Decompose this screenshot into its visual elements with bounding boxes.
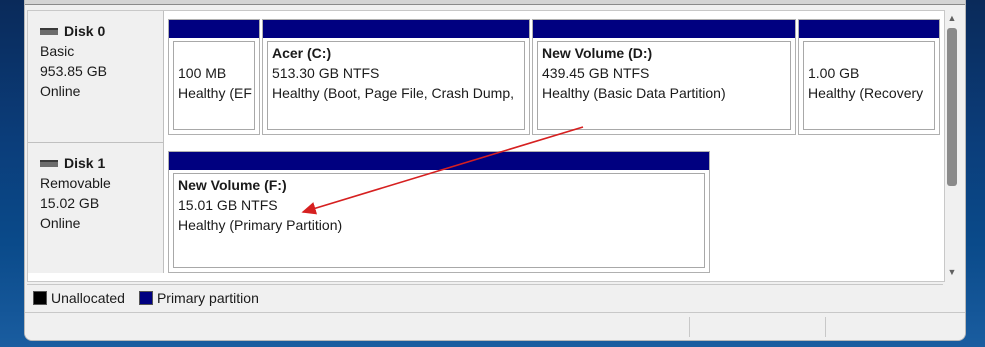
legend-primary-label: Primary partition <box>156 289 259 306</box>
partition-size: 15.01 GB NTFS <box>178 197 278 213</box>
graphical-view-pane: Disk 0 Basic 953.85 GB Online 100 MB Hea… <box>27 10 945 282</box>
unallocated-swatch <box>33 290 47 305</box>
partition-c[interactable]: Acer (C:) 513.30 GB NTFS Healthy (Boot, … <box>262 19 530 135</box>
partition-details: New Volume (D:) 439.45 GB NTFS Healthy (… <box>537 41 791 130</box>
legend: Unallocated Primary partition <box>27 284 943 310</box>
partition-d[interactable]: New Volume (D:) 439.45 GB NTFS Healthy (… <box>532 19 796 135</box>
partition-title <box>808 43 934 63</box>
legend-unallocated-label: Unallocated <box>51 289 125 306</box>
partition-title: New Volume (D:) <box>542 45 653 61</box>
disk-name-row: Disk 0 <box>40 21 163 41</box>
partition-health: Healthy (Boot, Page File, Crash Dump, <box>272 85 514 101</box>
disk-info-1[interactable]: Disk 1 Removable 15.02 GB Online <box>28 143 164 273</box>
primary-partition-bar <box>263 20 529 38</box>
status-bar-divider <box>689 317 690 337</box>
partition-health: Healthy (EF <box>178 85 252 101</box>
partition-health: Healthy (Recovery <box>808 85 924 101</box>
status-bar <box>25 312 965 340</box>
disk-management-window: Disk 0 Basic 953.85 GB Online 100 MB Hea… <box>24 0 966 341</box>
partition-details: 1.00 GB Healthy (Recovery <box>803 41 935 130</box>
disk-size: 953.85 GB <box>40 63 107 79</box>
partition-efi[interactable]: 100 MB Healthy (EF <box>168 19 260 135</box>
partition-recovery[interactable]: 1.00 GB Healthy (Recovery <box>798 19 940 135</box>
disk-status: Online <box>40 215 81 231</box>
disk-name: Disk 1 <box>64 155 106 171</box>
status-bar-divider <box>825 317 826 337</box>
partition-details: 100 MB Healthy (EF <box>173 41 255 130</box>
partition-title <box>178 43 254 63</box>
disk-status: Online <box>40 83 81 99</box>
disk-info-0[interactable]: Disk 0 Basic 953.85 GB Online <box>28 11 164 143</box>
primary-partition-bar <box>533 20 795 38</box>
partition-health: Healthy (Primary Partition) <box>178 217 343 233</box>
disk-type: Removable <box>40 175 111 191</box>
primary-partition-bar <box>169 20 259 38</box>
scroll-up-arrow-icon[interactable]: ▲ <box>947 12 957 24</box>
disk-name-row: Disk 1 <box>40 153 163 173</box>
primary-partition-bar <box>799 20 939 38</box>
partition-health: Healthy (Basic Data Partition) <box>542 85 726 101</box>
disk-row-1: Disk 1 Removable 15.02 GB Online New Vol… <box>28 143 944 273</box>
disk-drive-icon <box>40 159 58 167</box>
disk-row-0: Disk 0 Basic 953.85 GB Online 100 MB Hea… <box>28 11 944 143</box>
partition-title: New Volume (F:) <box>178 177 287 193</box>
partition-details: Acer (C:) 513.30 GB NTFS Healthy (Boot, … <box>267 41 525 130</box>
primary-partition-bar <box>169 152 709 170</box>
partition-size: 100 MB <box>178 65 227 81</box>
partition-f[interactable]: New Volume (F:) 15.01 GB NTFS Healthy (P… <box>168 151 710 273</box>
scroll-thumb[interactable] <box>947 28 957 186</box>
primary-partition-swatch <box>138 290 153 305</box>
scroll-down-arrow-icon[interactable]: ▼ <box>947 266 957 278</box>
disk-name: Disk 0 <box>64 23 106 39</box>
disk-type: Basic <box>40 43 75 59</box>
partition-title: Acer (C:) <box>272 45 332 61</box>
disk-drive-icon <box>40 27 58 35</box>
disk-size: 15.02 GB <box>40 195 100 211</box>
partition-details: New Volume (F:) 15.01 GB NTFS Healthy (P… <box>173 173 705 268</box>
partition-size: 439.45 GB NTFS <box>542 65 650 81</box>
top-border <box>25 0 965 5</box>
partition-size: 1.00 GB <box>808 65 860 81</box>
vertical-scrollbar[interactable]: ▲ ▼ <box>945 10 959 280</box>
partition-size: 513.30 GB NTFS <box>272 65 380 81</box>
